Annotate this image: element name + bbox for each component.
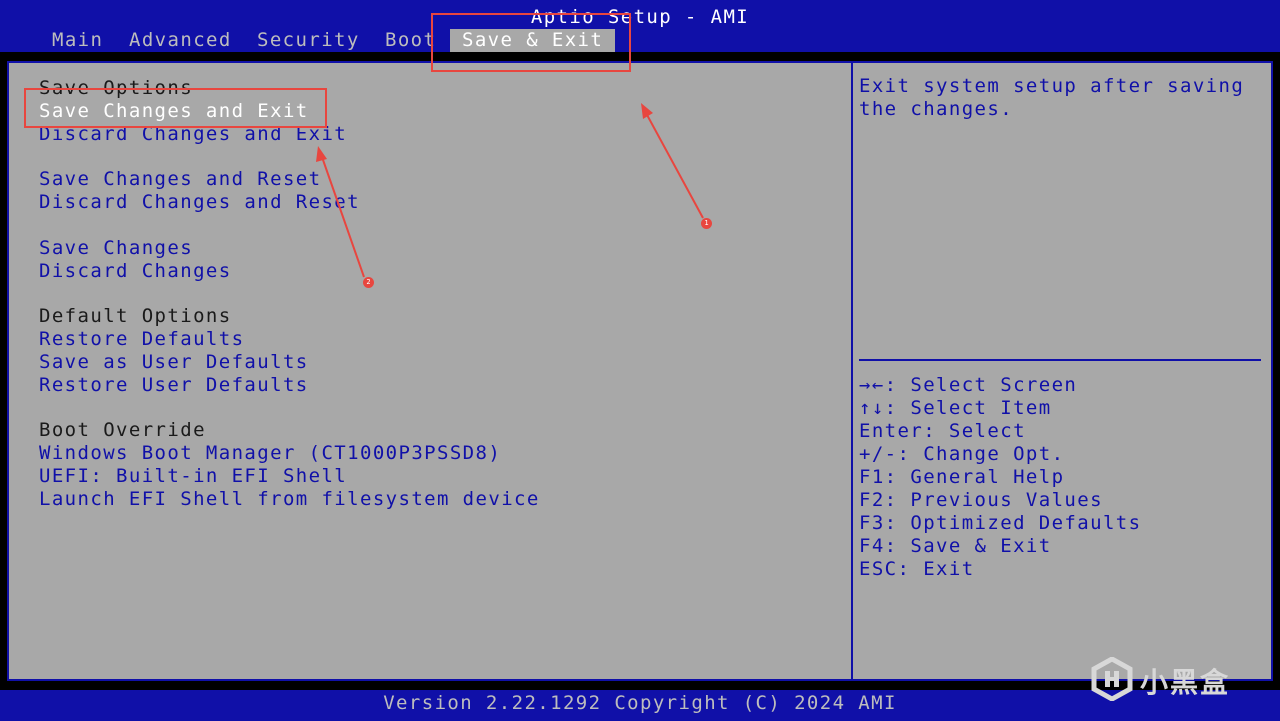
heybox-logo-icon xyxy=(1091,657,1133,701)
watermark: 小黑盒 xyxy=(1090,655,1260,705)
badge-1: 1 xyxy=(701,218,712,229)
arrow-1-head-icon xyxy=(641,103,653,119)
annotation-arrows xyxy=(316,103,704,278)
arrow-2-head-icon xyxy=(316,146,327,162)
badge-2: 2 xyxy=(363,277,374,288)
watermark-text: 小黑盒 xyxy=(1140,666,1231,699)
arrow-2-line xyxy=(321,156,365,278)
arrow-1-line xyxy=(645,112,704,219)
